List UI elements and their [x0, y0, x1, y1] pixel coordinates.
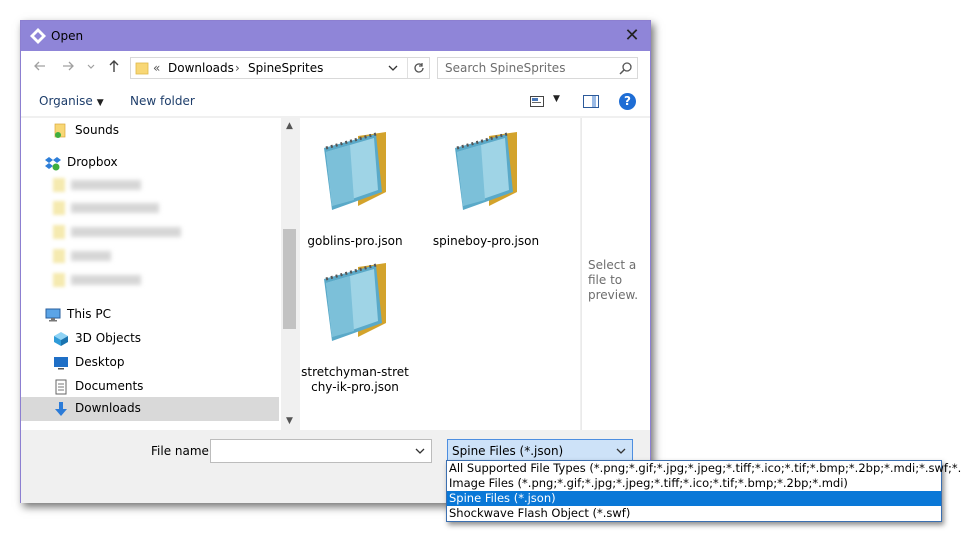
- file-name-label: File name:: [151, 444, 213, 458]
- sidebar-item-desktop[interactable]: Desktop: [53, 352, 275, 374]
- sidebar-item-documents[interactable]: Documents: [53, 376, 275, 398]
- chevron-down-icon: [87, 64, 95, 69]
- chevron-down-icon[interactable]: [415, 445, 425, 460]
- arrow-right-icon: [63, 61, 74, 71]
- title-bar[interactable]: Open ✕: [21, 21, 650, 51]
- sidebar-item-dropbox[interactable]: Dropbox: [45, 152, 275, 174]
- sidebar-item-label: Sounds: [75, 123, 120, 137]
- file-type-option-selected[interactable]: Spine Files (*.json): [447, 491, 941, 506]
- navigation-pane: Sounds Dropbox This PC 3D Objects Deskto…: [21, 118, 281, 430]
- file-name-input[interactable]: [210, 439, 432, 463]
- downloads-icon: [55, 402, 67, 416]
- notepad-icon: [324, 263, 386, 341]
- view-options-icon[interactable]: [530, 96, 544, 107]
- up-button[interactable]: [105, 59, 123, 77]
- preview-pane: Select a file to preview.: [581, 118, 650, 430]
- notepad-icon: [324, 132, 386, 210]
- sidebar-item-this-pc[interactable]: This PC: [45, 304, 275, 326]
- breadcrumb-spinesprites[interactable]: SpineSprites: [248, 61, 323, 75]
- file-list: goblins-pro.json spineboy-pro.json stret…: [300, 118, 580, 430]
- 3d-objects-icon: [54, 332, 68, 346]
- sidebar-item-label: Documents: [75, 379, 144, 393]
- organise-button[interactable]: Organise ▼: [39, 94, 104, 108]
- forward-button[interactable]: [59, 59, 77, 77]
- file-type-value: Spine Files (*.json): [452, 444, 564, 458]
- close-button[interactable]: ✕: [621, 25, 643, 47]
- sidebar-item-label: Downloads: [75, 401, 141, 415]
- sidebar-item-sounds[interactable]: Sounds: [53, 120, 273, 142]
- file-type-option[interactable]: Shockwave Flash Object (*.swf): [447, 506, 941, 521]
- dropbox-icon: [45, 157, 61, 171]
- scroll-up-arrow-icon[interactable]: ▲: [281, 118, 298, 135]
- caret-down-icon: ▼: [96, 98, 104, 108]
- recent-locations-button[interactable]: [85, 59, 97, 77]
- file-name: stretchyman-stretchy-ik-pro.json: [301, 365, 409, 394]
- file-name: spineboy-pro.json: [432, 234, 540, 248]
- sidebar-item-label: 3D Objects: [75, 331, 142, 345]
- file-type-option[interactable]: Image Files (*.png;*.gif;*.jpg;*.jpeg;*.…: [447, 476, 941, 491]
- preview-pane-icon[interactable]: [583, 95, 599, 108]
- sidebar-item-label: Dropbox: [67, 155, 118, 169]
- app-logo-icon: [30, 28, 46, 44]
- navigation-bar: « Downloads › SpineSprites Search SpineS…: [21, 51, 650, 87]
- chevron-down-icon: [388, 65, 398, 71]
- sidebar-item-label: This PC: [67, 307, 111, 321]
- desktop-icon: [54, 357, 68, 370]
- folder-icon: [135, 62, 149, 75]
- refresh-button[interactable]: [407, 58, 429, 78]
- arrow-left-icon: [34, 61, 45, 71]
- view-dropdown-button[interactable]: ▼: [553, 94, 560, 104]
- breadcrumb-downloads[interactable]: Downloads: [168, 61, 234, 75]
- documents-icon: [55, 379, 67, 395]
- back-button[interactable]: [31, 59, 49, 77]
- open-dialog: Open ✕ « Downloads › SpineSprites Search…: [20, 20, 651, 503]
- pc-icon: [45, 308, 61, 322]
- arrow-up-icon: [109, 60, 119, 72]
- organise-label: Organise: [39, 94, 93, 108]
- scroll-down-arrow-icon[interactable]: ▼: [281, 413, 298, 430]
- sidebar-item-label: Desktop: [75, 355, 125, 369]
- navigation-scrollbar[interactable]: ▲ ▼: [281, 118, 298, 430]
- new-folder-button[interactable]: New folder: [130, 94, 195, 108]
- search-input[interactable]: Search SpineSprites: [445, 61, 565, 75]
- music-folder-icon: [54, 123, 66, 138]
- sidebar-item-downloads[interactable]: Downloads: [21, 397, 279, 421]
- help-icon[interactable]: ?: [619, 93, 636, 110]
- scrollbar-thumb[interactable]: [283, 229, 296, 329]
- search-icon[interactable]: [618, 60, 634, 76]
- address-history-button[interactable]: [388, 61, 398, 78]
- file-type-option[interactable]: All Supported File Types (*.png;*.gif;*.…: [447, 461, 961, 476]
- file-type-dropdown-list[interactable]: All Supported File Types (*.png;*.gif;*.…: [446, 460, 961, 522]
- preview-message: Select a file to preview.: [588, 258, 639, 302]
- sidebar-item-3d-objects[interactable]: 3D Objects: [53, 328, 275, 350]
- window-title: Open: [51, 29, 84, 43]
- breadcrumb-overflow[interactable]: «: [153, 61, 160, 75]
- refresh-icon: [413, 63, 424, 73]
- file-name: goblins-pro.json: [307, 234, 403, 248]
- breadcrumb-separator[interactable]: ›: [235, 61, 240, 75]
- command-bar: Organise ▼ New folder ▼ ?: [21, 87, 650, 117]
- address-bar[interactable]: « Downloads › SpineSprites: [130, 57, 430, 79]
- chevron-down-icon[interactable]: [616, 445, 626, 460]
- notepad-icon: [455, 132, 517, 210]
- search-box[interactable]: Search SpineSprites: [437, 57, 638, 79]
